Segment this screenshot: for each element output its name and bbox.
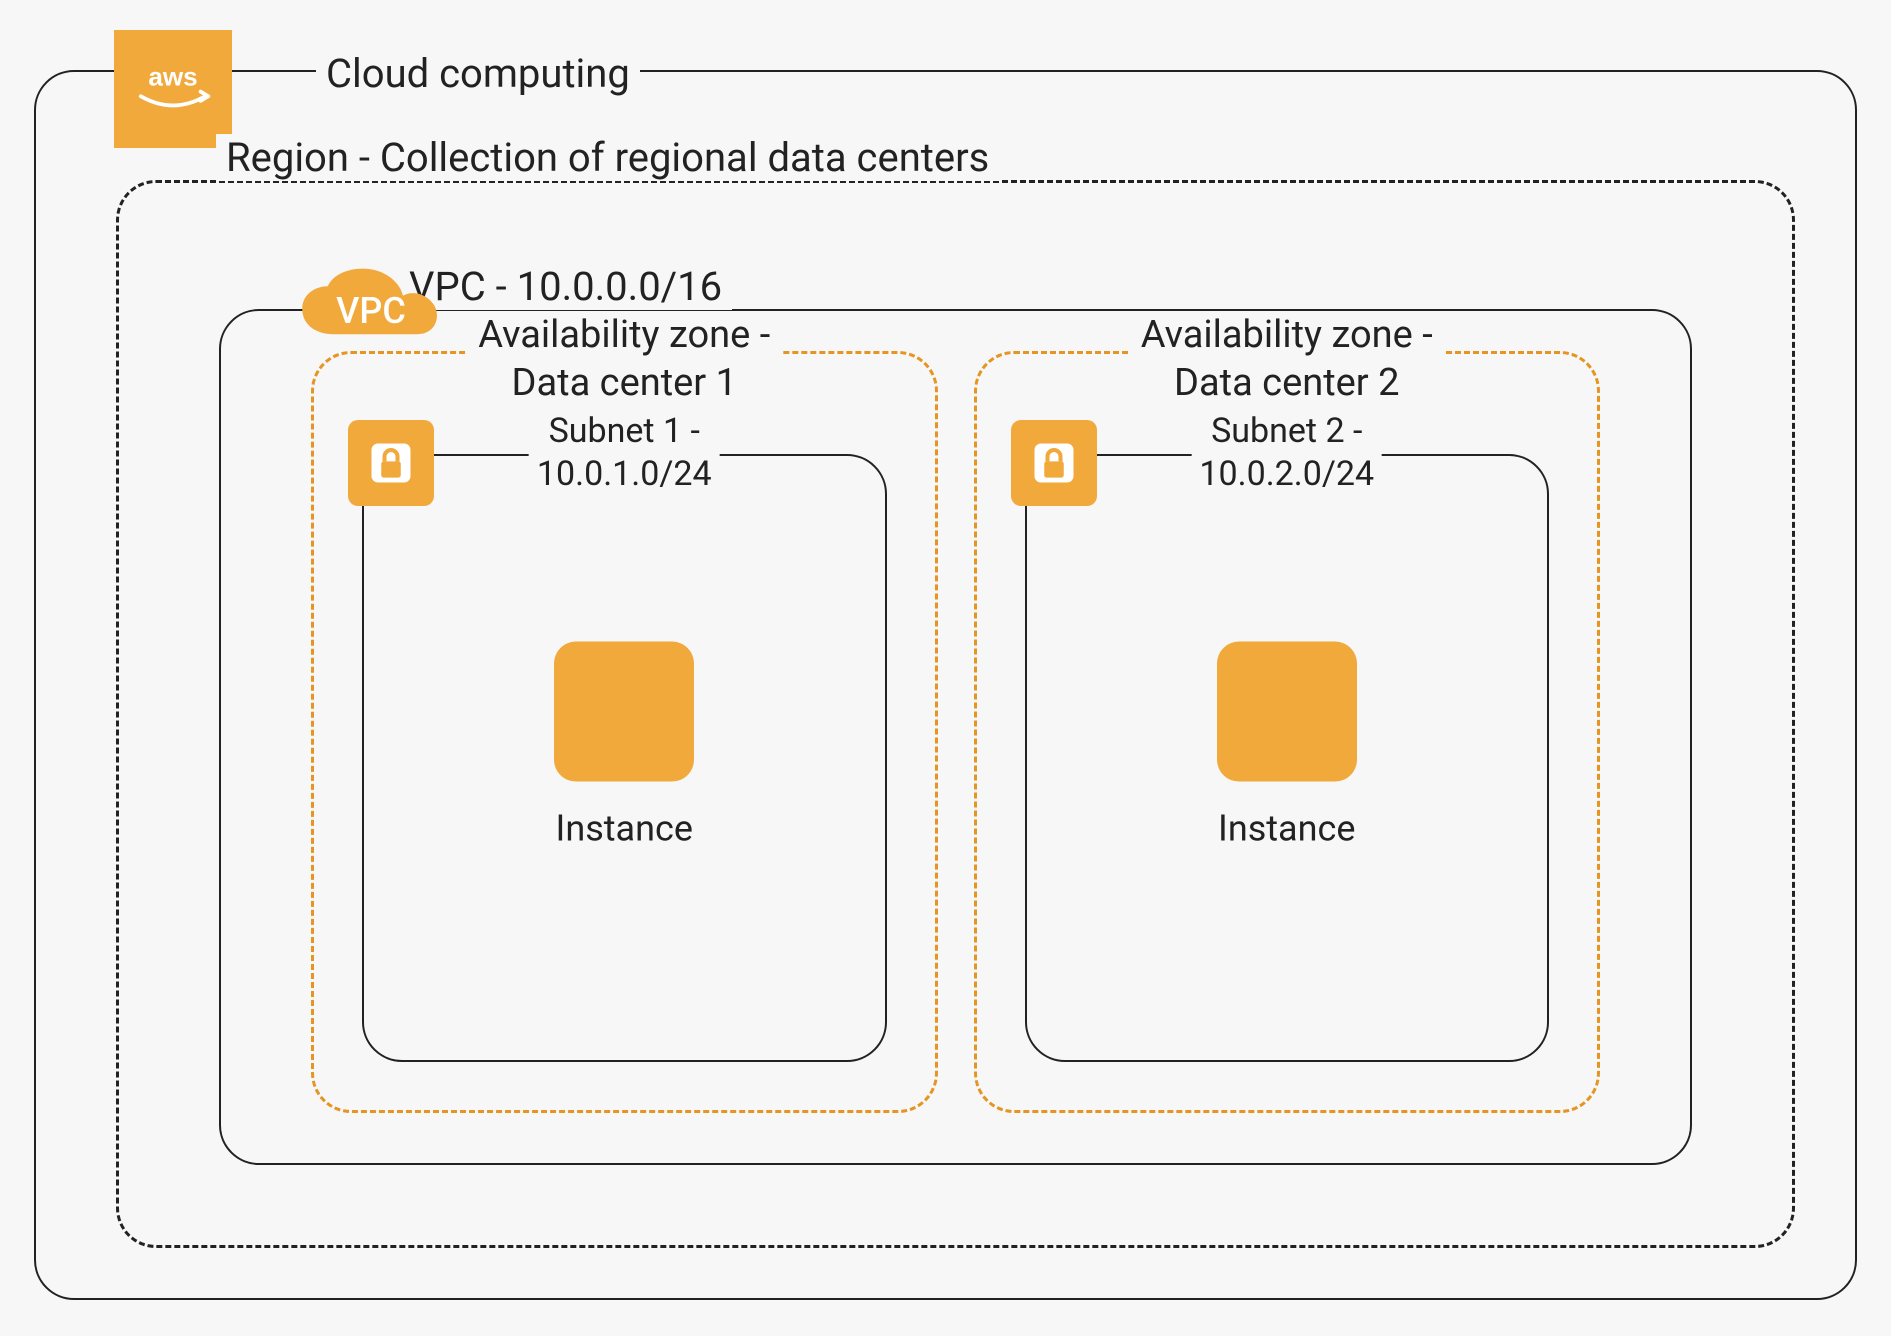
vpc-icon-label: VPC xyxy=(336,290,406,332)
vpc-cloud-icon: VPC xyxy=(291,267,451,347)
availability-zone-2: Availability zone - Data center 2 Subnet… xyxy=(974,351,1601,1113)
az-title-line1: Availability zone - xyxy=(1141,313,1433,357)
subnet-title: Subnet 2 - 10.0.2.0/24 xyxy=(1191,410,1382,495)
subnet-2-box: Subnet 2 - 10.0.2.0/24 xyxy=(1025,454,1550,1062)
az-title: Availability zone - Data center 2 xyxy=(1129,312,1445,407)
az-title-line2: Data center 1 xyxy=(512,361,737,405)
subnet-title: Subnet 1 - 10.0.1.0/24 xyxy=(529,410,720,495)
instance-label: Instance xyxy=(556,808,693,850)
subnet-1-box: Subnet 1 - 10.0.1.0/24 xyxy=(362,454,887,1062)
cloud-computing-box: aws Cloud computing Region - Collection … xyxy=(34,70,1857,1300)
region-title: Region - Collection of regional data cen… xyxy=(216,134,999,181)
cloud-title: Cloud computing xyxy=(316,50,640,97)
vpc-box: VPC Availability zone - Data center 1 Su… xyxy=(219,309,1692,1165)
instance-icon xyxy=(1217,642,1357,782)
subnet-title-line1: Subnet 2 - xyxy=(1211,411,1362,451)
az-title: Availability zone - Data center 1 xyxy=(466,312,782,407)
subnet-title-line2: 10.0.1.0/24 xyxy=(537,454,712,494)
diagram-canvas: aws Cloud computing Region - Collection … xyxy=(0,0,1891,1336)
region-box: VPC - 10.0.0.0/16 VPC Availability zon xyxy=(116,180,1795,1248)
lock-icon xyxy=(348,420,434,506)
subnet-title-line2: 10.0.2.0/24 xyxy=(1199,454,1374,494)
instance: Instance xyxy=(1217,642,1357,850)
subnet-title-line1: Subnet 1 - xyxy=(549,411,700,451)
aws-icon: aws xyxy=(114,30,232,148)
svg-text:aws: aws xyxy=(148,62,197,92)
lock-icon xyxy=(1011,420,1097,506)
availability-zone-1: Availability zone - Data center 1 Subnet… xyxy=(311,351,938,1113)
instance-icon xyxy=(554,642,694,782)
availability-zone-row: Availability zone - Data center 1 Subnet… xyxy=(311,351,1600,1113)
az-title-line1: Availability zone - xyxy=(478,313,770,357)
instance: Instance xyxy=(554,642,694,850)
instance-label: Instance xyxy=(1218,808,1355,850)
az-title-line2: Data center 2 xyxy=(1174,361,1399,405)
